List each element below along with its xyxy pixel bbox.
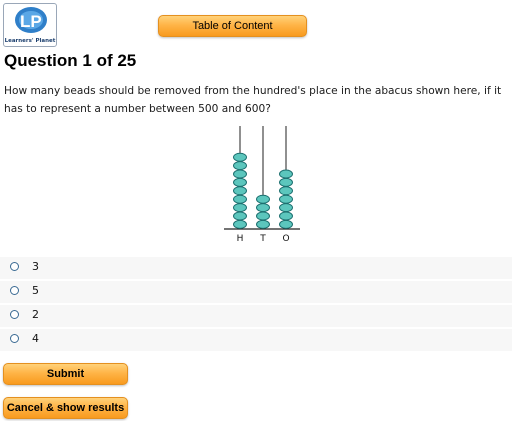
radio-button[interactable]: [10, 310, 19, 319]
answer-option-3[interactable]: 2: [0, 305, 512, 327]
abacus-bead: [256, 194, 270, 204]
table-of-content-button[interactable]: Table of Content: [158, 15, 307, 37]
learners-planet-icon: LP: [15, 7, 47, 33]
abacus-bead: [233, 203, 247, 213]
abacus-rod-label: H: [237, 234, 244, 244]
radio-button[interactable]: [10, 334, 19, 343]
answer-option-2[interactable]: 5: [0, 281, 512, 303]
abacus-bead: [279, 186, 293, 196]
abacus-rod-label: O: [282, 234, 289, 244]
abacus-bead: [256, 219, 270, 229]
abacus-bead: [279, 203, 293, 213]
abacus-bead: [233, 186, 247, 196]
question-title: Question 1 of 25: [4, 51, 137, 70]
submit-button[interactable]: Submit: [3, 363, 128, 385]
abacus-bead: [279, 211, 293, 221]
abacus-bead: [279, 219, 293, 229]
abacus-bead: [279, 177, 293, 187]
option-label: 3: [32, 260, 39, 273]
option-label: 4: [32, 332, 39, 345]
abacus-bead: [233, 177, 247, 187]
abacus-image: HTO: [224, 126, 300, 244]
abacus-rod-label: T: [259, 234, 266, 244]
abacus-bead: [233, 161, 247, 171]
abacus-bead: [256, 203, 270, 213]
abacus-bead: [279, 169, 293, 179]
option-label: 5: [32, 284, 39, 297]
abacus-bead: [233, 219, 247, 229]
abacus-bead: [233, 152, 247, 162]
abacus-bead: [256, 211, 270, 221]
abacus-bead: [233, 194, 247, 204]
radio-button[interactable]: [10, 286, 19, 295]
question-text: How many beads should be removed from th…: [4, 85, 502, 115]
option-label: 2: [32, 308, 39, 321]
radio-button[interactable]: [10, 262, 19, 271]
svg-text:LP: LP: [20, 12, 42, 31]
answer-option-1[interactable]: 3: [0, 257, 512, 279]
abacus-bead: [233, 211, 247, 221]
abacus-bead: [233, 169, 247, 179]
logo-brand-text: Learners' Planet: [4, 38, 56, 44]
learners-planet-logo[interactable]: LP Learners' Planet: [3, 3, 57, 47]
abacus-bead: [279, 194, 293, 204]
answer-option-4[interactable]: 4: [0, 329, 512, 351]
cancel-show-results-button[interactable]: Cancel & show results: [3, 397, 128, 419]
